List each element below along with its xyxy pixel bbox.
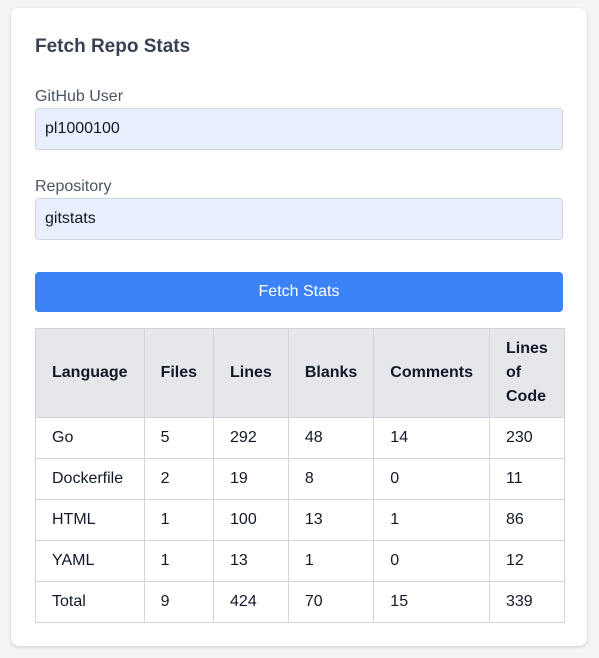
cell-comments: 0	[373, 458, 490, 500]
cell-language: YAML	[35, 540, 145, 582]
table-row: HTML 1 100 13 1 86	[35, 499, 565, 541]
cell-files: 9	[143, 581, 215, 623]
cell-comments: 0	[373, 540, 490, 582]
cell-blanks: 1	[287, 540, 375, 582]
fetch-stats-button[interactable]: Fetch Stats	[35, 272, 563, 312]
cell-lines: 100	[213, 499, 289, 541]
table-row: Dockerfile 2 19 8 0 11	[35, 458, 565, 500]
cell-files: 2	[143, 458, 215, 500]
cell-lines: 292	[213, 417, 289, 459]
cell-loc: 339	[488, 581, 565, 623]
cell-blanks: 8	[287, 458, 375, 500]
cell-comments: 1	[373, 499, 490, 541]
table-row-total: Total 9 424 70 15 339	[35, 581, 565, 623]
cell-loc: 230	[488, 417, 565, 459]
cell-loc: 86	[488, 499, 565, 541]
header-lines-of-code: Lines of Code	[488, 328, 565, 418]
cell-loc: 11	[488, 458, 565, 500]
table-row: Go 5 292 48 14 230	[35, 417, 565, 459]
cell-files: 1	[143, 499, 215, 541]
header-comments: Comments	[373, 328, 490, 418]
cell-comments: 15	[373, 581, 490, 623]
repository-label: Repository	[35, 178, 112, 195]
cell-loc: 12	[488, 540, 565, 582]
cell-language: Dockerfile	[35, 458, 145, 500]
cell-blanks: 48	[287, 417, 375, 459]
cell-files: 1	[143, 540, 215, 582]
header-loc-line3: Code	[505, 388, 546, 405]
cell-blanks: 70	[287, 581, 375, 623]
header-blanks: Blanks	[287, 328, 375, 418]
form-title: Fetch Repo Stats	[35, 36, 191, 57]
table-row: YAML 1 13 1 0 12	[35, 540, 565, 582]
cell-lines: 424	[213, 581, 289, 623]
cell-lines: 13	[213, 540, 289, 582]
table-header-row: Language Files Lines Blanks Comments Lin…	[35, 328, 565, 418]
cell-language: Go	[35, 417, 145, 459]
github-user-input[interactable]	[35, 108, 563, 150]
cell-language: HTML	[35, 499, 145, 541]
header-language: Language	[35, 328, 145, 418]
header-loc-line2: of	[505, 364, 522, 381]
stats-table: Language Files Lines Blanks Comments Lin…	[35, 328, 565, 623]
cell-files: 5	[143, 417, 215, 459]
cell-lines: 19	[213, 458, 289, 500]
header-files: Files	[143, 328, 215, 418]
fetch-stats-card: Fetch Repo Stats GitHub User Repository …	[11, 8, 587, 646]
cell-blanks: 13	[287, 499, 375, 541]
repository-input[interactable]	[35, 198, 563, 240]
github-user-label: GitHub User	[35, 88, 124, 105]
header-loc-line1: Lines	[505, 340, 548, 357]
header-lines: Lines	[213, 328, 289, 418]
cell-comments: 14	[373, 417, 490, 459]
cell-language: Total	[35, 581, 145, 623]
